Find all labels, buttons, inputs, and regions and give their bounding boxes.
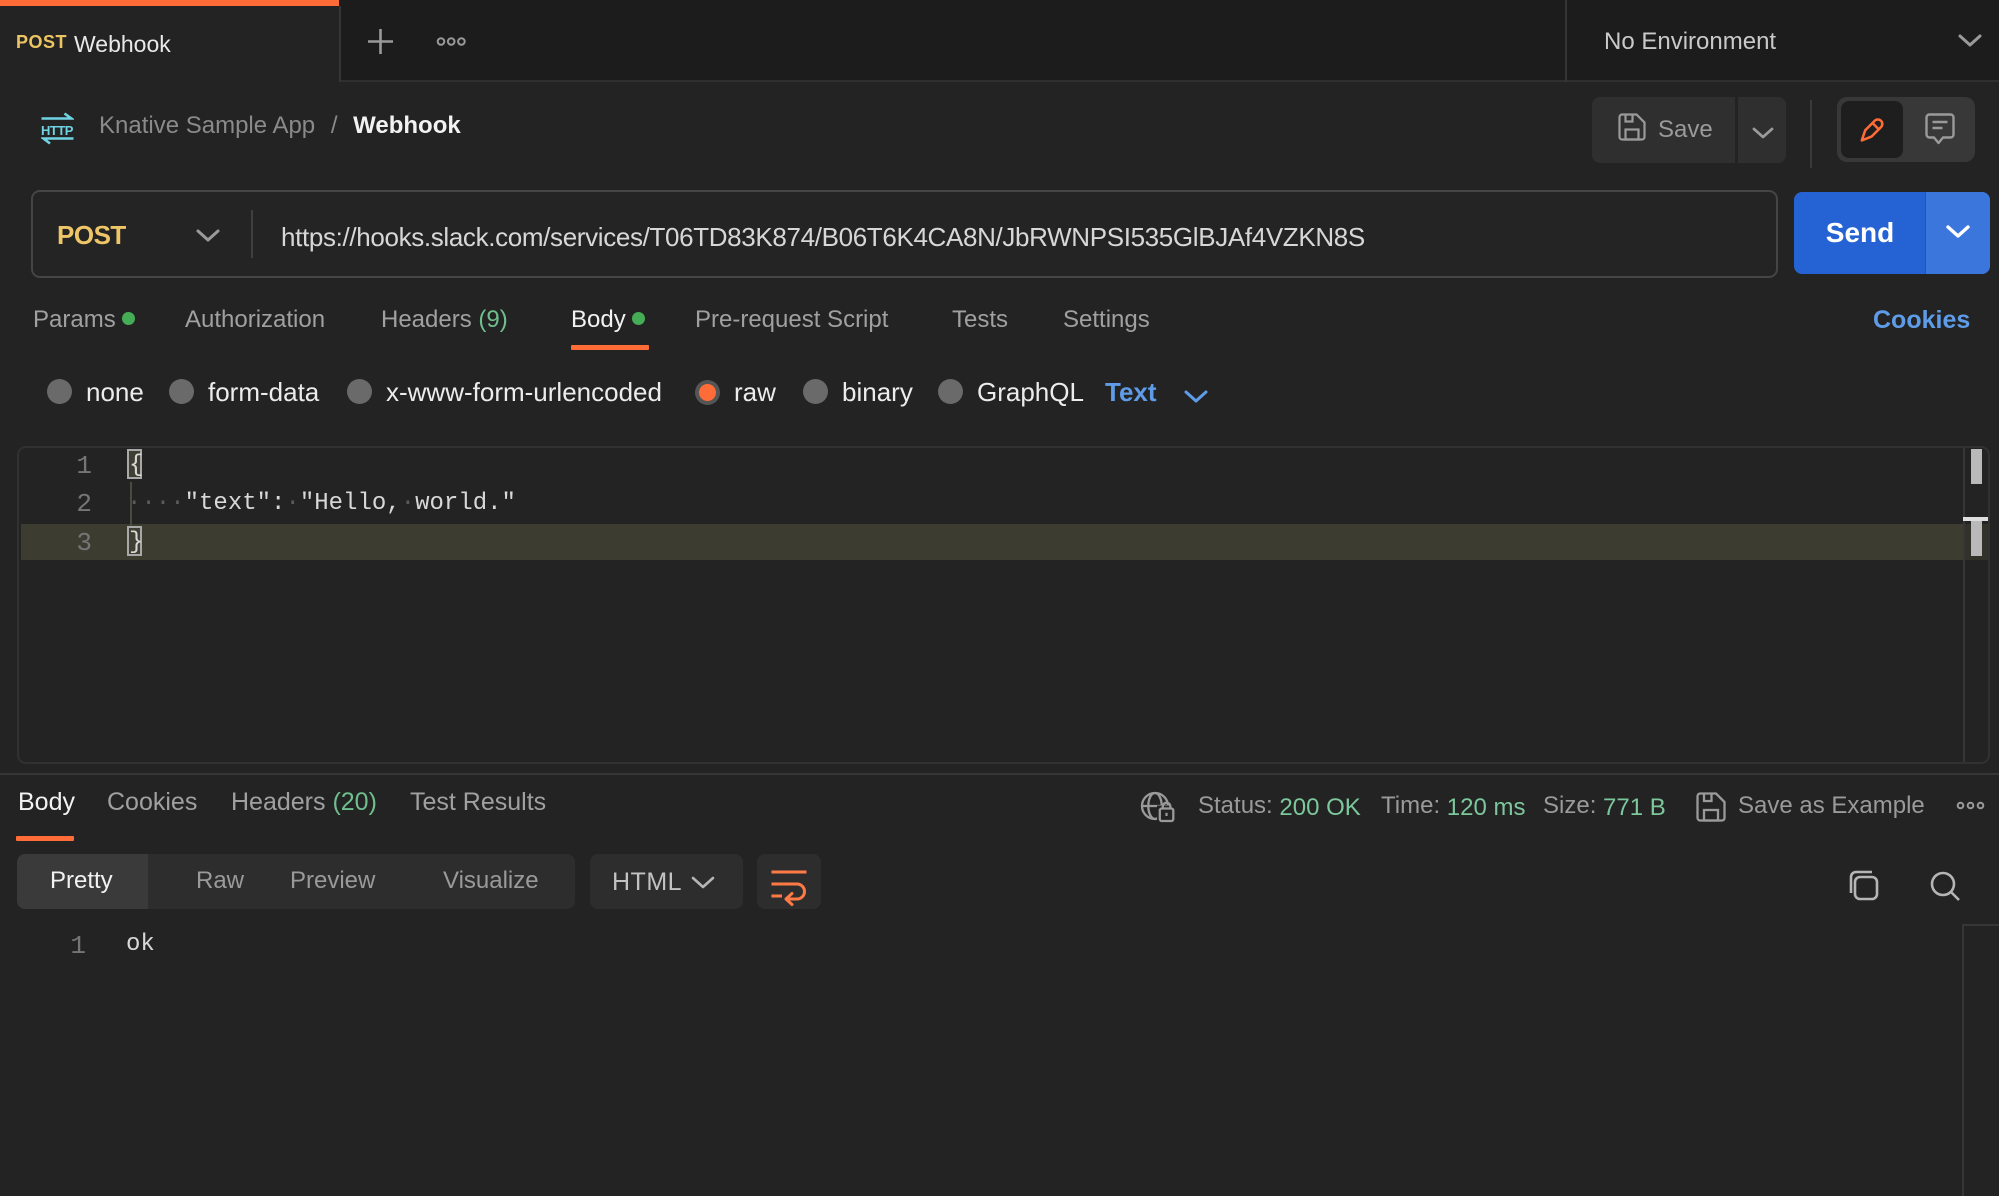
svg-text:HTTP: HTTP: [41, 123, 74, 138]
